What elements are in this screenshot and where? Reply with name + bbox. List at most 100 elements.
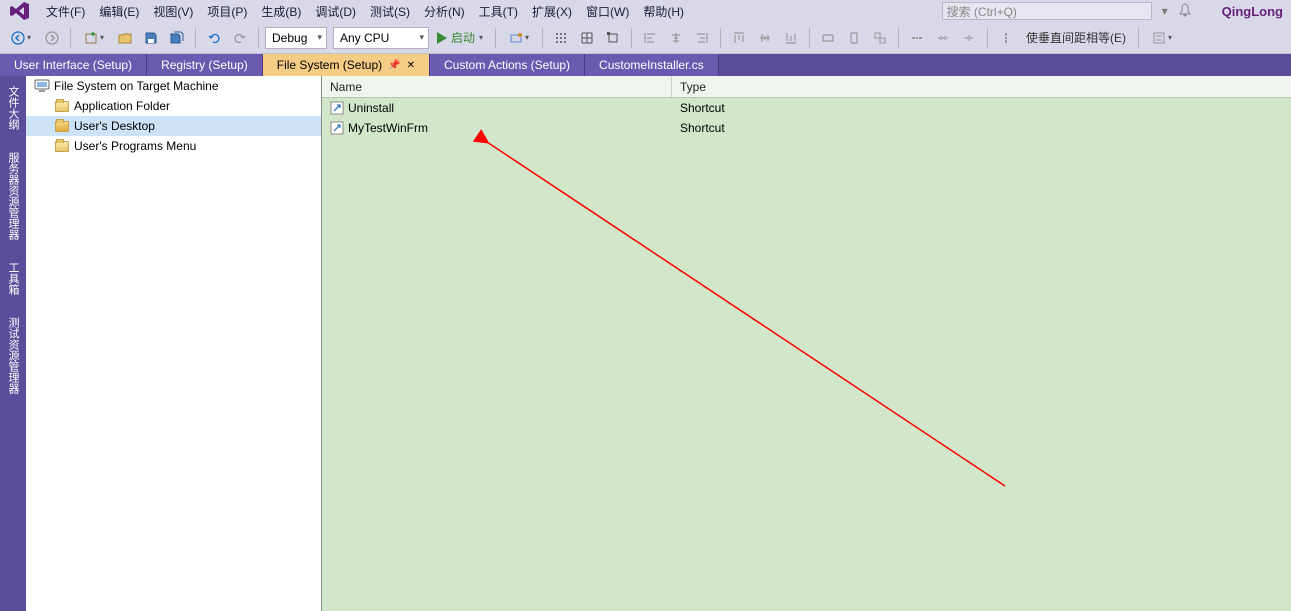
search-dropdown-icon[interactable]: ▾ xyxy=(1162,4,1168,18)
main-toolbar: ▾ ▾ Debug Any CPU 启动 ▾ ▾ 使垂直间距相等(E) ▾ xyxy=(0,22,1291,54)
tab-registry-setup[interactable]: Registry (Setup) xyxy=(147,54,263,76)
align-bottom-button[interactable] xyxy=(779,26,803,50)
menu-bar: 文件(F) 编辑(E) 视图(V) 项目(P) 生成(B) 调试(D) 测试(S… xyxy=(0,0,1291,22)
tab-user-interface-setup[interactable]: User Interface (Setup) xyxy=(0,54,147,76)
align-middle-button[interactable] xyxy=(753,26,777,50)
pin-icon[interactable]: 📌 xyxy=(388,60,400,71)
user-name[interactable]: QingLong xyxy=(1222,4,1283,19)
play-icon xyxy=(437,32,447,44)
grid-lines-button[interactable] xyxy=(575,26,599,50)
menubar-right: 搜索 (Ctrl+Q) ▾ QingLong xyxy=(942,0,1283,22)
config-value: Debug xyxy=(272,31,307,45)
menu-build[interactable]: 生成(B) xyxy=(255,1,307,22)
redo-button[interactable] xyxy=(228,26,252,50)
menu-project[interactable]: 项目(P) xyxy=(201,1,253,22)
toolbar-separator xyxy=(898,28,899,48)
tree-item-label: User's Programs Menu xyxy=(74,139,196,153)
vs-logo-icon xyxy=(6,2,34,20)
menu-analyze[interactable]: 分析(N) xyxy=(418,1,471,22)
align-top-button[interactable] xyxy=(727,26,751,50)
folder-open-icon xyxy=(54,119,70,133)
tab-label: CustomeInstaller.cs xyxy=(599,58,704,72)
vspace-equal-button[interactable] xyxy=(994,26,1018,50)
row-type: Shortcut xyxy=(680,121,725,135)
tab-custome-installer-cs[interactable]: CustomeInstaller.cs xyxy=(585,54,719,76)
toolbar-separator xyxy=(195,28,196,48)
close-icon[interactable]: ✕ xyxy=(407,60,415,71)
search-input[interactable]: 搜索 (Ctrl+Q) xyxy=(942,2,1152,20)
tree-users-programs-menu[interactable]: User's Programs Menu xyxy=(26,136,321,156)
file-list-panel: Name Type Uninstall Shortcut MyTestWinFr… xyxy=(322,76,1291,611)
rail-server-explorer[interactable]: 服务器资源管理器 xyxy=(3,146,23,246)
menu-view[interactable]: 视图(V) xyxy=(147,1,199,22)
row-name: Uninstall xyxy=(348,101,394,115)
tab-order-button[interactable]: ▾ xyxy=(1145,26,1179,50)
toolbar-separator xyxy=(631,28,632,48)
toolbar-separator xyxy=(70,28,71,48)
hspace-inc-button[interactable] xyxy=(931,26,955,50)
folder-icon xyxy=(54,139,70,153)
new-project-button[interactable]: ▾ xyxy=(77,26,111,50)
toolbar-separator xyxy=(720,28,721,48)
notification-bell-icon[interactable] xyxy=(1178,3,1192,20)
tree-users-desktop[interactable]: User's Desktop xyxy=(26,116,321,136)
save-all-button[interactable] xyxy=(165,26,189,50)
menu-debug[interactable]: 调试(D) xyxy=(309,1,362,22)
hspace-dec-button[interactable] xyxy=(957,26,981,50)
config-combo[interactable]: Debug xyxy=(265,27,327,49)
open-file-button[interactable] xyxy=(113,26,137,50)
list-header: Name Type xyxy=(322,76,1291,98)
menu-edit[interactable]: 编辑(E) xyxy=(93,1,145,22)
tree-application-folder[interactable]: Application Folder xyxy=(26,96,321,116)
column-header-name[interactable]: Name xyxy=(322,76,672,97)
vspace-equal-label[interactable]: 使垂直间距相等(E) xyxy=(1020,29,1132,46)
document-tab-row: User Interface (Setup) Registry (Setup) … xyxy=(0,54,1291,76)
tab-custom-actions-setup[interactable]: Custom Actions (Setup) xyxy=(430,54,585,76)
hspace-equal-button[interactable] xyxy=(905,26,929,50)
side-rail: 文件大纲 服务器资源管理器 工具箱 测试资源管理器 xyxy=(0,76,26,611)
machine-icon xyxy=(34,79,50,93)
platform-combo[interactable]: Any CPU xyxy=(333,27,429,49)
menu-test[interactable]: 测试(S) xyxy=(364,1,416,22)
start-button[interactable]: 启动 ▾ xyxy=(431,29,489,46)
tree-root-machine[interactable]: File System on Target Machine xyxy=(26,76,321,96)
save-button[interactable] xyxy=(139,26,163,50)
folder-icon xyxy=(54,99,70,113)
menu-file[interactable]: 文件(F) xyxy=(40,1,91,22)
file-system-tree: File System on Target Machine Applicatio… xyxy=(26,76,322,611)
rail-test-explorer[interactable]: 测试资源管理器 xyxy=(3,311,23,400)
toolbar-separator xyxy=(1138,28,1139,48)
rail-document-outline[interactable]: 文件大纲 xyxy=(3,80,23,136)
rail-toolbox[interactable]: 工具箱 xyxy=(3,256,23,301)
menu-tools[interactable]: 工具(T) xyxy=(473,1,524,22)
column-header-type[interactable]: Type xyxy=(672,76,1291,97)
row-name: MyTestWinFrm xyxy=(348,121,428,135)
snap-button[interactable] xyxy=(601,26,625,50)
body-area: 文件大纲 服务器资源管理器 工具箱 测试资源管理器 File System on… xyxy=(0,76,1291,611)
same-size-button[interactable] xyxy=(868,26,892,50)
search-placeholder: 搜索 (Ctrl+Q) xyxy=(947,3,1017,20)
align-center-button[interactable] xyxy=(664,26,688,50)
start-label: 启动 xyxy=(451,29,475,46)
tool-button-1[interactable]: ▾ xyxy=(502,26,536,50)
tree-item-label: Application Folder xyxy=(74,99,170,113)
tab-file-system-setup[interactable]: File System (Setup) 📌 ✕ xyxy=(263,54,430,76)
toolbar-separator xyxy=(495,28,496,48)
list-row[interactable]: MyTestWinFrm Shortcut xyxy=(322,118,1291,138)
align-left-button[interactable] xyxy=(638,26,662,50)
menu-window[interactable]: 窗口(W) xyxy=(580,1,635,22)
tree-root-label: File System on Target Machine xyxy=(54,79,219,93)
list-row[interactable]: Uninstall Shortcut xyxy=(322,98,1291,118)
toolbar-separator xyxy=(809,28,810,48)
platform-value: Any CPU xyxy=(340,31,389,45)
align-right-button[interactable] xyxy=(690,26,714,50)
same-width-button[interactable] xyxy=(816,26,840,50)
nav-back-button[interactable]: ▾ xyxy=(4,26,38,50)
menu-help[interactable]: 帮助(H) xyxy=(637,1,690,22)
menu-extensions[interactable]: 扩展(X) xyxy=(526,1,578,22)
toolbar-separator xyxy=(987,28,988,48)
nav-forward-button[interactable] xyxy=(40,26,64,50)
grid-dots-button[interactable] xyxy=(549,26,573,50)
same-height-button[interactable] xyxy=(842,26,866,50)
undo-button[interactable] xyxy=(202,26,226,50)
